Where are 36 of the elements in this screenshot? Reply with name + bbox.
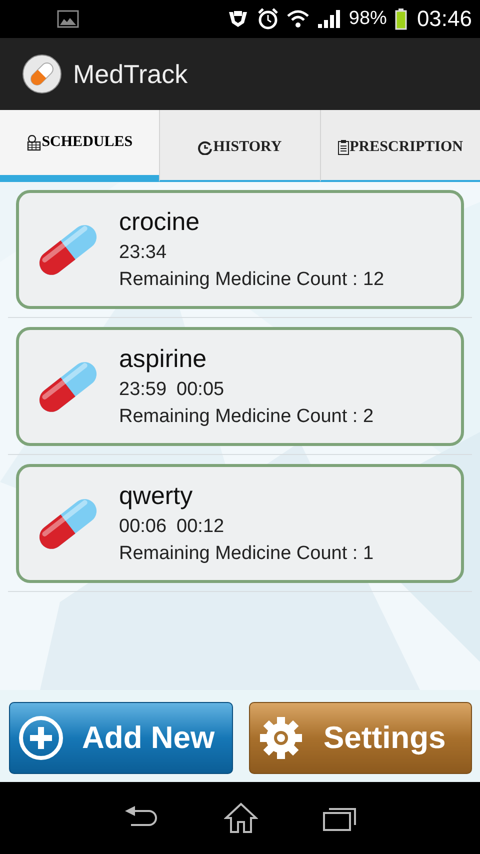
medicine-card[interactable]: aspirine 23:59 00:05 Remaining Medicine Count : 2	[16, 327, 464, 446]
dose-time: 00:06	[119, 516, 167, 538]
medicine-card[interactable]: crocine 23:34 Remaining Medicine Count : 12	[16, 190, 464, 309]
battery-percent: 98%	[348, 8, 387, 30]
remaining-count: Remaining Medicine Count : 12	[119, 269, 384, 291]
battery-icon	[394, 8, 407, 30]
app-title: MedTrack	[73, 58, 188, 90]
dose-time: 23:59	[119, 379, 167, 401]
pill-logo-icon	[21, 53, 63, 95]
plus-icon	[18, 715, 64, 761]
medicine-name: crocine	[119, 208, 201, 237]
tab[interactable]: HISTORY	[159, 110, 320, 182]
recent-apps-icon[interactable]	[323, 805, 358, 831]
add-new-button[interactable]: Add New	[9, 702, 232, 774]
medicine-name: qwerty	[119, 482, 194, 511]
medicine-name: aspirine	[119, 345, 208, 374]
medicine-card[interactable]: qwerty 00:06 00:12 Remaining Medicine Count : 1	[16, 464, 464, 583]
history-icon	[198, 140, 212, 154]
remaining-count: Remaining Medicine Count : 2	[119, 406, 374, 428]
settings-icon	[258, 715, 304, 761]
alarm-clock-icon	[256, 8, 279, 30]
signal-icon	[316, 9, 341, 29]
settings-button[interactable]: Settings	[248, 702, 472, 774]
image-icon	[57, 10, 79, 28]
wifi-icon	[286, 9, 309, 29]
home-icon[interactable]	[224, 802, 258, 834]
tab[interactable]: PRESCRIPTION	[320, 110, 480, 182]
dose-time: 00:05	[176, 379, 224, 401]
clock-time: 03:46	[416, 6, 472, 32]
remaining-count: Remaining Medicine Count : 1	[119, 543, 374, 565]
hands-icon	[226, 9, 249, 29]
clipboard-icon	[338, 140, 349, 155]
dose-time: 23:34	[119, 242, 167, 264]
dose-time: 00:12	[176, 516, 224, 538]
calendar-clock-icon	[26, 134, 41, 150]
tab[interactable]: SCHEDULES	[0, 110, 160, 182]
